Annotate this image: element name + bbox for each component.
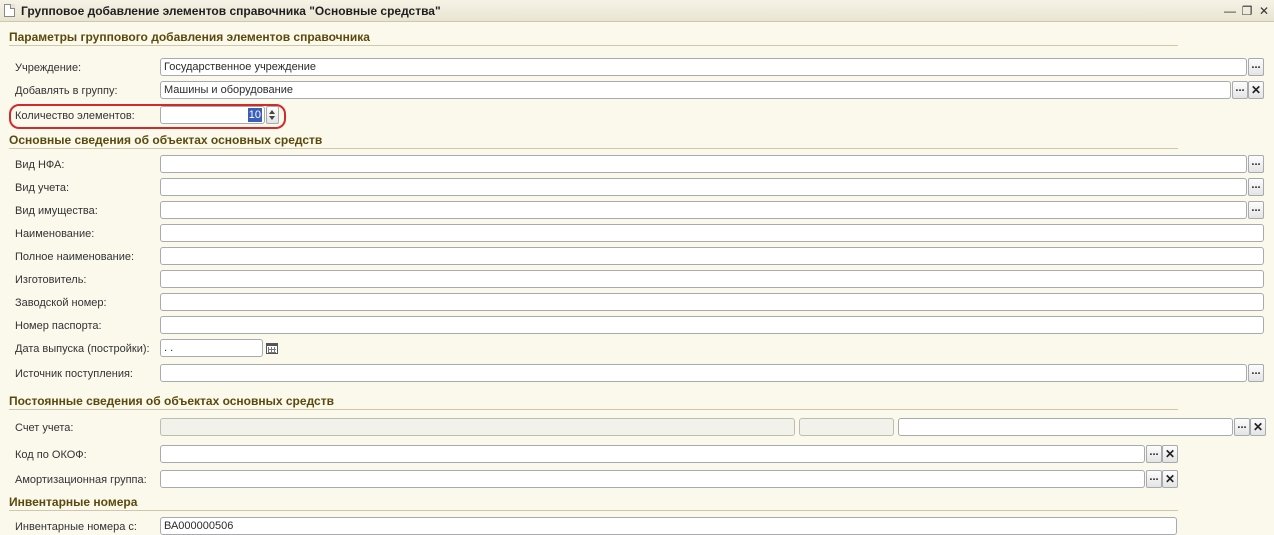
section-divider (9, 148, 1178, 149)
full-name-field[interactable] (160, 247, 1264, 265)
count-input[interactable]: 10 (160, 106, 265, 124)
add-to-group-field[interactable]: Машины и оборудование (160, 81, 1231, 99)
window-title: Групповое добавление элементов справочни… (21, 4, 441, 18)
nfa-type-select-button[interactable]: ... (1248, 155, 1264, 173)
window-titlebar: Групповое добавление элементов справочни… (0, 0, 1274, 22)
account-select-button[interactable]: ... (1234, 418, 1250, 436)
source-select-button[interactable]: ... (1248, 364, 1264, 382)
name-label: Наименование: (15, 228, 95, 240)
manufacturer-label: Изготовитель: (15, 274, 87, 286)
depreciation-group-label: Амортизационная группа: (15, 474, 147, 486)
manufacturer-field[interactable] (160, 270, 1264, 288)
serial-number-field[interactable] (160, 293, 1264, 311)
depreciation-group-field[interactable] (160, 470, 1145, 488)
source-label: Источник поступления: (15, 368, 133, 380)
okof-label: Код по ОКОФ: (15, 449, 87, 461)
nfa-type-field[interactable] (160, 155, 1247, 173)
section-basic-info: Основные сведения об объектах основных с… (9, 133, 323, 147)
count-value: 10 (247, 108, 262, 122)
nfa-type-label: Вид НФА: (15, 159, 65, 171)
count-stepper[interactable] (266, 106, 279, 124)
add-to-group-clear-button[interactable]: ✕ (1248, 81, 1264, 99)
institution-field[interactable]: Государственное учреждение (160, 58, 1247, 76)
depreciation-group-select-button[interactable]: ... (1146, 470, 1162, 488)
account-field-part1 (160, 418, 795, 436)
inventory-from-label: Инвентарные номера с: (15, 521, 137, 533)
account-label: Счет учета: (15, 422, 74, 434)
okof-select-button[interactable]: ... (1146, 445, 1162, 463)
source-field[interactable] (160, 364, 1247, 382)
institution-label: Учреждение: (15, 62, 82, 74)
account-field[interactable] (898, 418, 1233, 436)
accounting-type-select-button[interactable]: ... (1248, 178, 1264, 196)
inventory-from-field[interactable]: ВА000000506 (160, 517, 1177, 535)
property-type-label: Вид имущества: (15, 205, 98, 217)
section-inventory: Инвентарные номера (9, 495, 138, 509)
passport-number-field[interactable] (160, 316, 1264, 334)
section-constant-info: Постоянные сведения об объектах основных… (9, 394, 334, 408)
institution-select-button[interactable]: ... (1248, 58, 1264, 76)
section-group-params: Параметры группового добавления элементо… (9, 30, 370, 44)
okof-clear-button[interactable]: ✕ (1162, 445, 1178, 463)
restore-icon[interactable]: ❐ (1239, 3, 1255, 19)
property-type-select-button[interactable]: ... (1248, 201, 1264, 219)
section-divider (9, 510, 1178, 511)
add-to-group-select-button[interactable]: ... (1232, 81, 1248, 99)
account-clear-button[interactable]: ✕ (1250, 418, 1266, 436)
account-field-part2 (799, 418, 894, 436)
release-date-label: Дата выпуска (постройки): (15, 343, 150, 355)
stepper-down-icon[interactable] (269, 116, 275, 120)
passport-number-label: Номер паспорта: (15, 320, 102, 332)
serial-number-label: Заводской номер: (15, 297, 107, 309)
section-divider (9, 45, 1178, 46)
add-to-group-label: Добавлять в группу: (15, 85, 118, 97)
stepper-up-icon[interactable] (269, 110, 275, 114)
count-label: Количество элементов: (15, 110, 135, 122)
minimize-icon[interactable]: — (1222, 3, 1238, 19)
accounting-type-label: Вид учета: (15, 182, 70, 194)
document-icon (4, 4, 15, 17)
release-date-field[interactable]: . . (160, 339, 263, 357)
property-type-field[interactable] (160, 201, 1247, 219)
name-field[interactable] (160, 224, 1264, 242)
depreciation-group-clear-button[interactable]: ✕ (1162, 470, 1178, 488)
close-icon[interactable]: ✕ (1256, 3, 1272, 19)
okof-field[interactable] (160, 445, 1145, 463)
calendar-icon[interactable] (265, 341, 279, 355)
section-divider (9, 409, 1178, 410)
full-name-label: Полное наименование: (15, 251, 135, 263)
accounting-type-field[interactable] (160, 178, 1247, 196)
